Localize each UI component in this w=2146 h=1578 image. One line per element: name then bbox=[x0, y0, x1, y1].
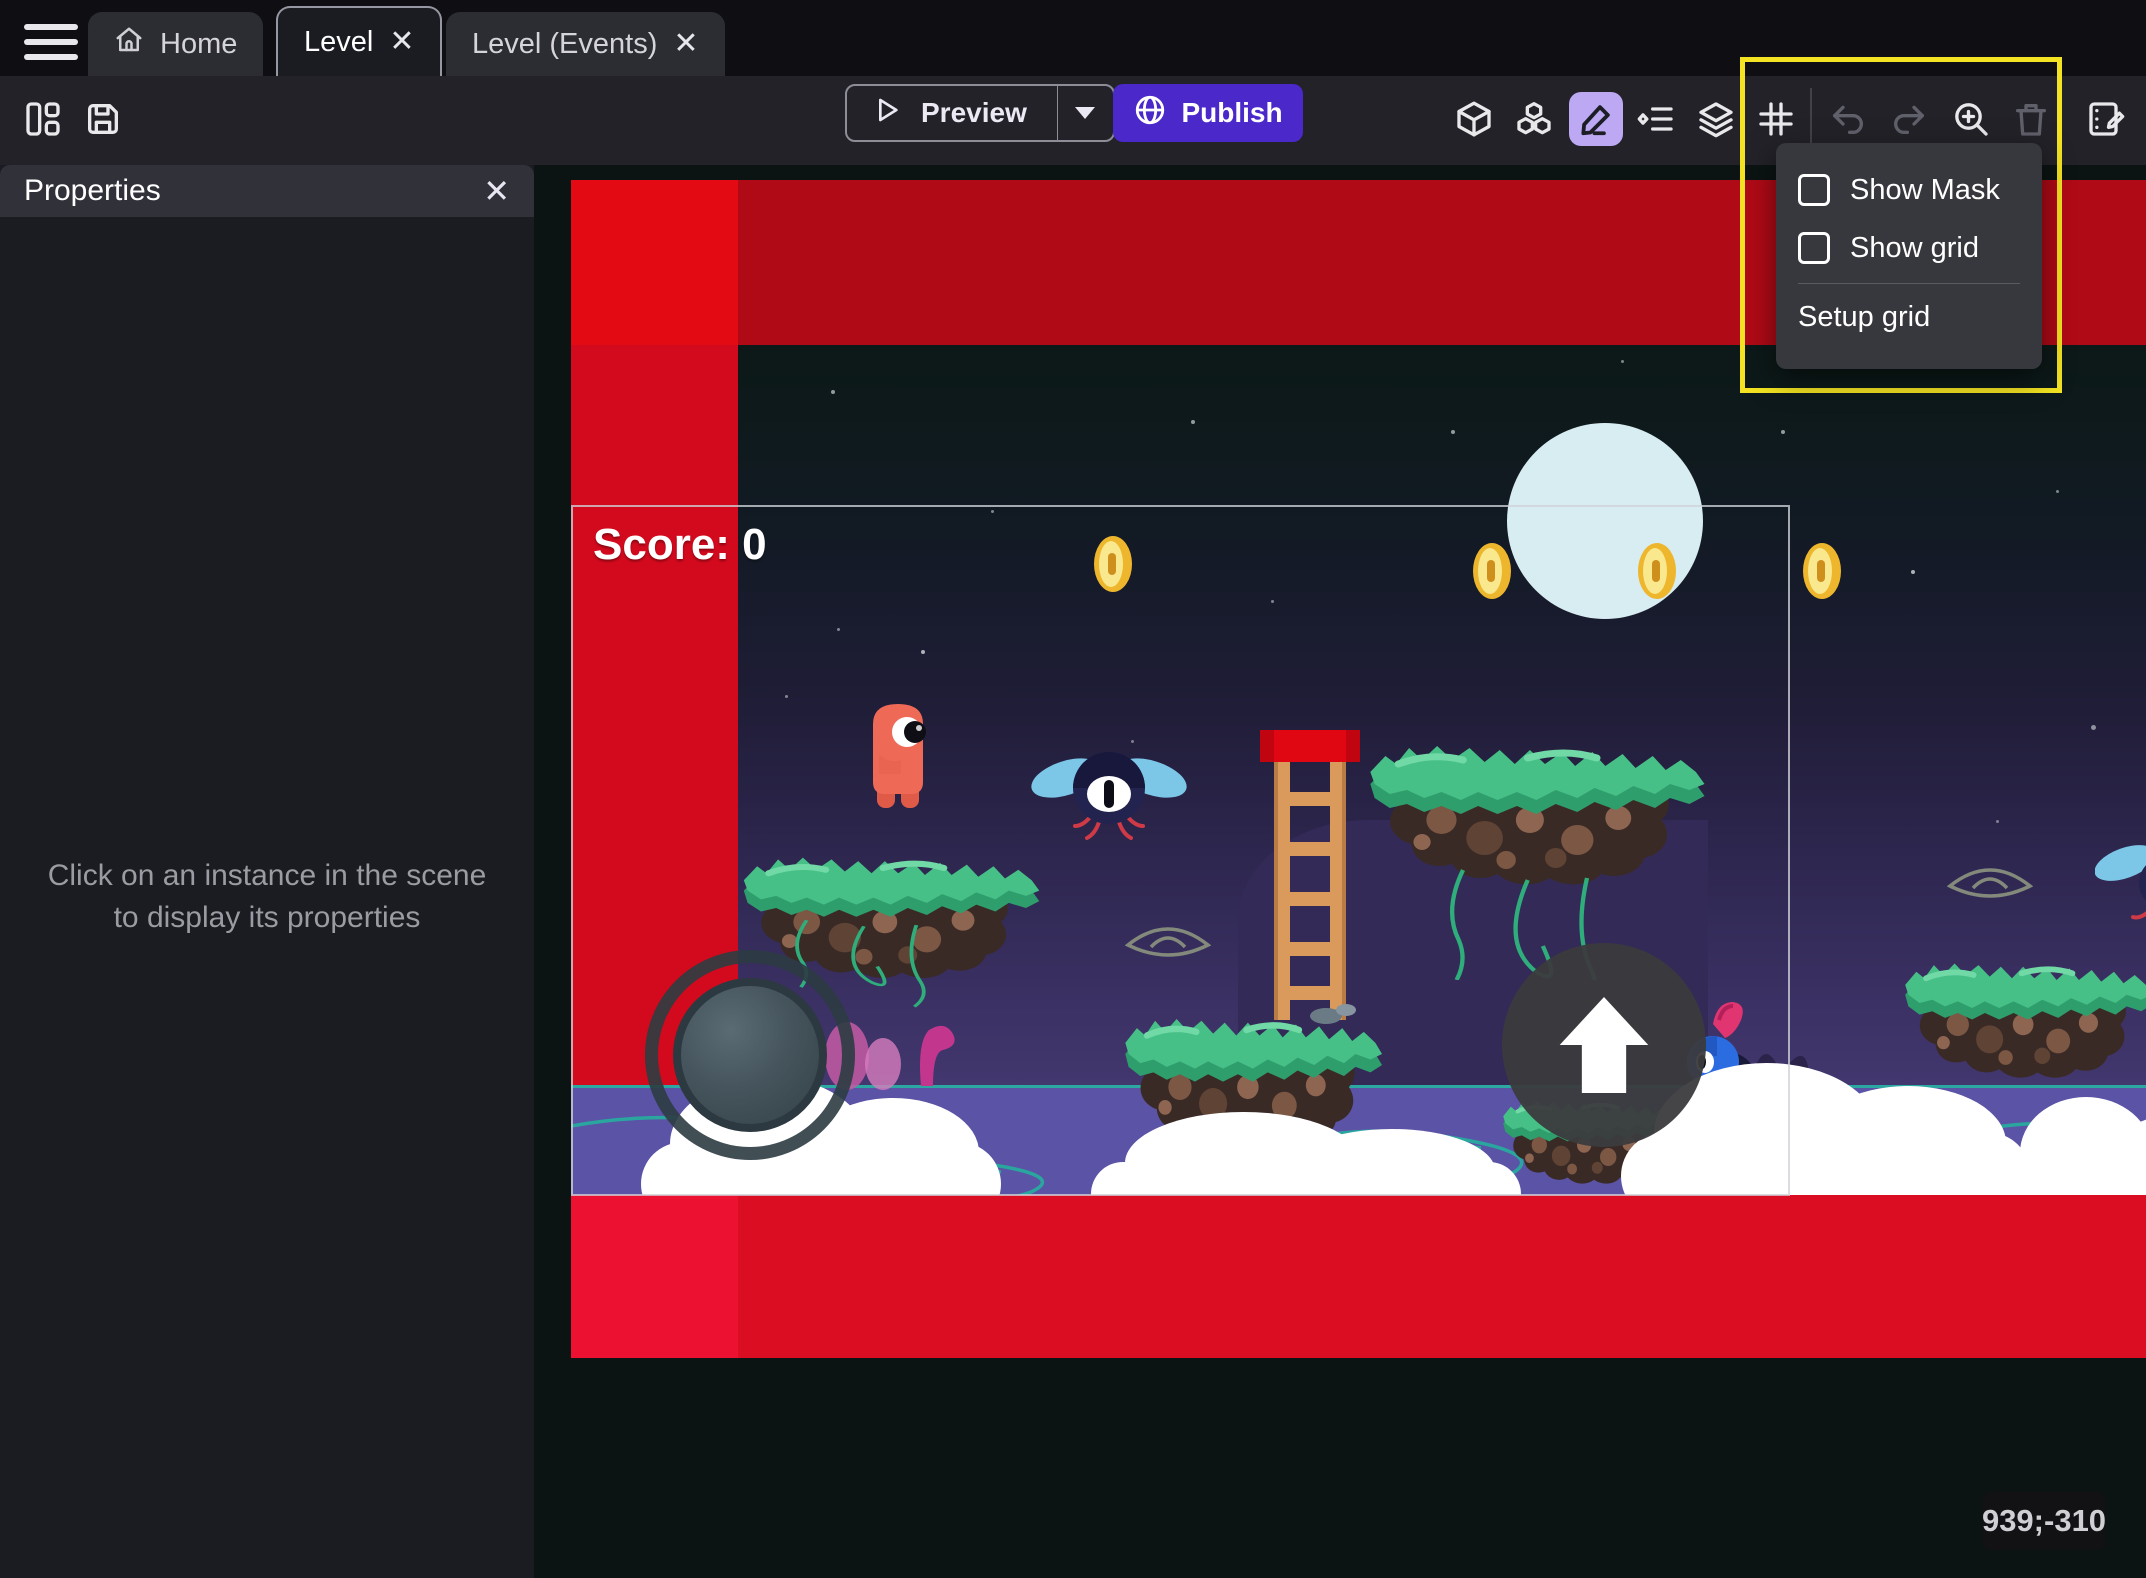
coin bbox=[1803, 543, 1841, 599]
layout-panels-icon[interactable] bbox=[20, 96, 66, 142]
floating-platform[interactable] bbox=[1902, 942, 2146, 1107]
tab-label: Level bbox=[304, 26, 373, 59]
save-icon[interactable] bbox=[80, 96, 126, 142]
eye-decoration bbox=[1947, 864, 2033, 910]
menu-divider bbox=[1798, 283, 2020, 284]
tab-level[interactable]: Level ✕ bbox=[276, 6, 442, 76]
tab-home[interactable]: Home bbox=[88, 12, 263, 76]
menu-item-label: Show Mask bbox=[1850, 174, 2000, 207]
main-menu-icon[interactable] bbox=[24, 24, 78, 60]
trash-icon[interactable] bbox=[2008, 96, 2054, 142]
undo-icon[interactable] bbox=[1825, 96, 1871, 142]
preview-options-button[interactable] bbox=[1057, 86, 1113, 140]
menu-item-label: Setup grid bbox=[1798, 301, 1930, 334]
red-danger-band-bottom bbox=[571, 1195, 2146, 1358]
edit-instance-icon[interactable] bbox=[1569, 92, 1623, 146]
scene-canvas[interactable]: Score: 0 bbox=[534, 165, 2146, 1578]
redo-icon[interactable] bbox=[1886, 96, 1932, 142]
properties-header: Properties ✕ bbox=[0, 165, 534, 217]
menu-item-label: Show grid bbox=[1850, 232, 1979, 265]
close-panel-icon[interactable]: ✕ bbox=[483, 172, 510, 210]
home-icon bbox=[114, 25, 144, 63]
grid-icon[interactable] bbox=[1753, 96, 1799, 142]
properties-title: Properties bbox=[24, 174, 161, 208]
globe-icon bbox=[1133, 93, 1167, 134]
menu-item-show-mask[interactable]: Show Mask bbox=[1776, 161, 2042, 219]
cursor-coordinates-badge: 939;-310 bbox=[1983, 1492, 2105, 1550]
play-icon bbox=[871, 94, 903, 133]
menu-item-setup-grid[interactable]: Setup grid bbox=[1776, 290, 2042, 344]
grid-options-menu: Show Mask Show grid Setup grid bbox=[1776, 143, 2042, 369]
layers-icon[interactable] bbox=[1693, 96, 1739, 142]
properties-panel: Properties ✕ Click on an instance in the… bbox=[0, 165, 534, 1578]
camera-bounds bbox=[571, 505, 1790, 1196]
preview-label: Preview bbox=[921, 97, 1027, 129]
properties-empty-message: Click on an instance in the scene to dis… bbox=[40, 855, 494, 939]
preview-button[interactable]: Preview bbox=[845, 84, 1115, 142]
tab-label: Home bbox=[160, 28, 237, 61]
close-tab-icon[interactable]: ✕ bbox=[389, 27, 414, 57]
scene-editor-icon[interactable] bbox=[2083, 96, 2129, 142]
publish-label: Publish bbox=[1181, 97, 1282, 129]
object-cube-icon[interactable] bbox=[1451, 96, 1497, 142]
tab-level-events[interactable]: Level (Events) ✕ bbox=[446, 12, 725, 76]
fly-enemy-partial[interactable] bbox=[2095, 835, 2146, 925]
show-grid-checkbox[interactable] bbox=[1798, 232, 1830, 264]
red-band-intersection bbox=[571, 1195, 738, 1358]
objects-group-icon[interactable] bbox=[1511, 96, 1557, 142]
close-tab-icon[interactable]: ✕ bbox=[673, 29, 698, 59]
tab-bar: Home Level ✕ Level (Events) ✕ bbox=[0, 0, 2146, 76]
zoom-in-icon[interactable] bbox=[1948, 96, 1994, 142]
show-mask-checkbox[interactable] bbox=[1798, 174, 1830, 206]
publish-button[interactable]: Publish bbox=[1113, 84, 1303, 142]
instances-list-icon[interactable] bbox=[1633, 96, 1679, 142]
red-band-intersection bbox=[571, 180, 738, 345]
menu-item-show-grid[interactable]: Show grid bbox=[1776, 219, 2042, 277]
chevron-down-icon bbox=[1073, 105, 1097, 121]
tab-label: Level (Events) bbox=[472, 28, 657, 61]
